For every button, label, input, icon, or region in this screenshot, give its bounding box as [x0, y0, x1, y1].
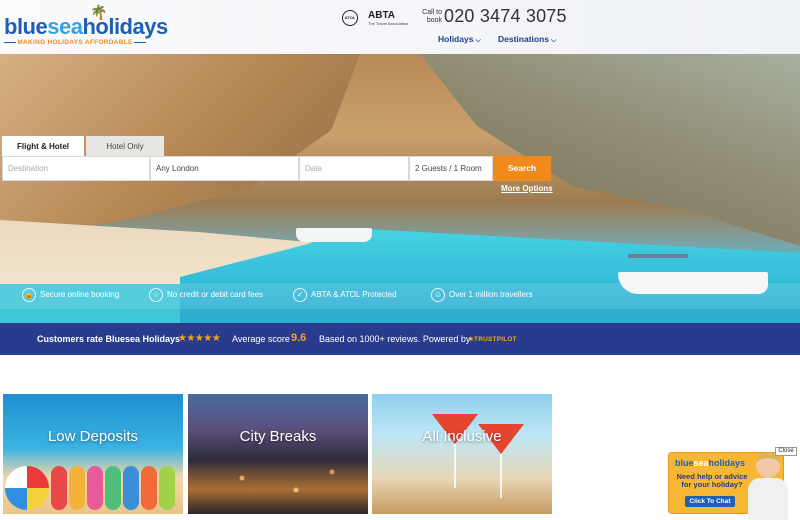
chevron-down-icon: ⌵ [475, 37, 481, 44]
check-icon: ✓ [293, 288, 307, 302]
palm-icon: 🌴 [90, 4, 108, 20]
card-city-breaks[interactable]: City Breaks [188, 394, 368, 514]
usp-bar [0, 283, 800, 309]
average-score-label: Average score [232, 334, 290, 344]
rating-lead: Customers rate Bluesea Holidays [37, 334, 181, 344]
tab-hotel-only[interactable]: Hotel Only [86, 136, 164, 158]
more-options-link[interactable]: More Options [501, 184, 553, 193]
logo-wordmark: blueseaholidays [4, 14, 168, 39]
tab-flight-hotel[interactable]: Flight & Hotel [2, 136, 84, 158]
card-title: All Inclusive [422, 428, 502, 445]
chat-logo: blueseaholidays [675, 458, 746, 468]
brand-logo[interactable]: blueseaholidays 🌴 MAKING HOLIDAYS AFFORD… [4, 4, 168, 48]
click-to-chat-button[interactable]: Click To Chat [685, 496, 735, 507]
nav-holidays[interactable]: Holidays ⌵ [438, 34, 481, 45]
call-to-book-label: Call to book [422, 9, 442, 24]
trustpilot-logo[interactable]: ★TRUSTPILOT [468, 335, 517, 343]
search-button[interactable]: Search [493, 156, 551, 181]
chat-agent-avatar [746, 448, 790, 520]
usp-protected: ABTA & ATOL Protected [311, 290, 397, 299]
abta-badge: ABTA The Travel Association [368, 10, 409, 26]
nav-destinations[interactable]: Destinations ⌵ [498, 34, 556, 45]
card-all-inclusive[interactable]: All Inclusive [372, 394, 552, 514]
chat-prompt: Need help or advice for your holiday? [676, 472, 748, 489]
chevron-down-icon: ⌵ [551, 37, 557, 44]
logo-tagline: MAKING HOLIDAYS AFFORDABLE [4, 39, 146, 46]
phone-number[interactable]: 020 3474 3075 [444, 6, 567, 27]
guests-select[interactable]: 2 Guests / 1 Room [409, 156, 493, 181]
chat-close-button[interactable]: Close [775, 447, 797, 456]
atol-badge: ATOL [342, 10, 358, 26]
person-icon: ☺ [431, 288, 445, 302]
card-low-deposits[interactable]: Low Deposits [3, 394, 183, 514]
site-header: blueseaholidays 🌴 MAKING HOLIDAYS AFFORD… [0, 0, 800, 54]
card-title: City Breaks [239, 428, 317, 445]
reviews-text: Based on 1000+ reviews. Powered by [319, 334, 471, 344]
usp-secure: Secure online booking [40, 290, 120, 299]
rating-bar: Customers rate Bluesea Holidays ★★★★★ Av… [0, 323, 800, 355]
lock-icon: 🔒 [22, 288, 36, 302]
rating-stars: ★★★★★ [178, 333, 221, 344]
average-score-value: 9.6 [291, 332, 307, 344]
date-input[interactable]: Date [299, 156, 409, 181]
star-icon: ☆ [149, 288, 163, 302]
destination-input[interactable]: Destination [2, 156, 150, 181]
departure-select[interactable]: Any London [150, 156, 299, 181]
card-title: Low Deposits [47, 428, 139, 445]
usp-no-fees: No credit or debit card fees [167, 290, 264, 299]
usp-travellers: Over 1 million travellers [449, 290, 533, 299]
